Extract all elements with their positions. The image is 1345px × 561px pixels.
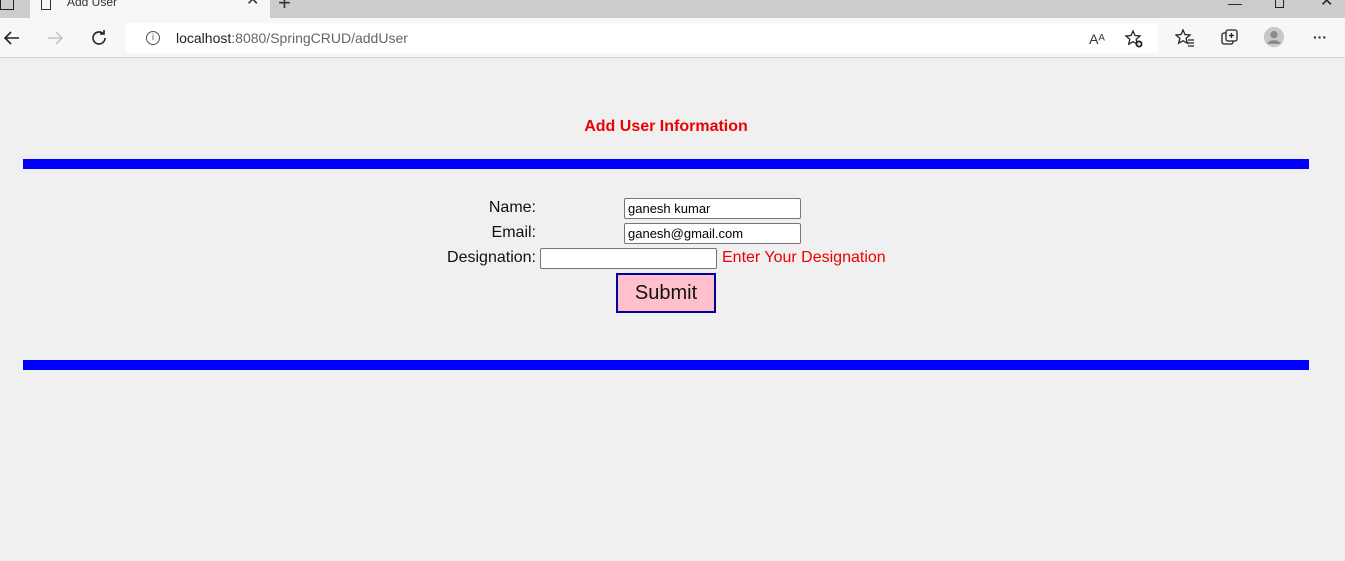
- info-icon[interactable]: i: [146, 31, 160, 45]
- browser-tab-add-user[interactable]: Add User ✕: [30, 0, 270, 18]
- page-title: Add User Information: [584, 118, 748, 135]
- email-label: Email:: [491, 224, 536, 241]
- minimize-icon[interactable]: —: [1228, 0, 1242, 12]
- read-aloud-icon[interactable]: Aᴬ: [1087, 29, 1107, 49]
- window-close-icon[interactable]: ✕: [1320, 0, 1333, 11]
- url-host: localhost: [176, 30, 232, 46]
- submit-button[interactable]: Submit: [616, 273, 716, 313]
- name-input[interactable]: [624, 198, 801, 219]
- bottom-divider: [23, 360, 1309, 370]
- browser-toolbar: i localhost:8080/SpringCRUD/addUser Aᴬ ·…: [0, 18, 1345, 58]
- arrow-left-icon[interactable]: [0, 26, 24, 50]
- new-tab-icon[interactable]: +: [278, 0, 291, 14]
- designation-label: Designation:: [447, 249, 536, 266]
- top-divider: [23, 159, 1309, 169]
- arrow-right-icon[interactable]: [43, 26, 67, 50]
- star-plus-icon[interactable]: [1124, 29, 1144, 49]
- ellipsis-icon[interactable]: ···: [1309, 26, 1331, 48]
- tab-title: Add User: [67, 0, 118, 9]
- tab-actions-icon[interactable]: [0, 0, 14, 10]
- url-text[interactable]: localhost:8080/SpringCRUD/addUser: [176, 30, 408, 46]
- refresh-icon[interactable]: [87, 26, 111, 50]
- collections-icon[interactable]: [1219, 27, 1241, 49]
- designation-input[interactable]: [540, 248, 717, 269]
- address-bar[interactable]: i localhost:8080/SpringCRUD/addUser Aᴬ: [126, 23, 1158, 53]
- tab-strip: Add User ✕ + — ✕: [0, 0, 1345, 18]
- email-input[interactable]: [624, 223, 801, 244]
- restore-icon[interactable]: [1275, 0, 1284, 8]
- url-path: :8080/SpringCRUD/addUser: [231, 30, 408, 46]
- favorites-icon[interactable]: [1174, 27, 1196, 49]
- name-label: Name:: [488, 199, 536, 216]
- tab-close-icon[interactable]: ✕: [246, 0, 259, 10]
- profile-icon[interactable]: [1263, 26, 1285, 48]
- page-icon: [41, 0, 51, 10]
- designation-error: Enter Your Designation: [722, 249, 886, 266]
